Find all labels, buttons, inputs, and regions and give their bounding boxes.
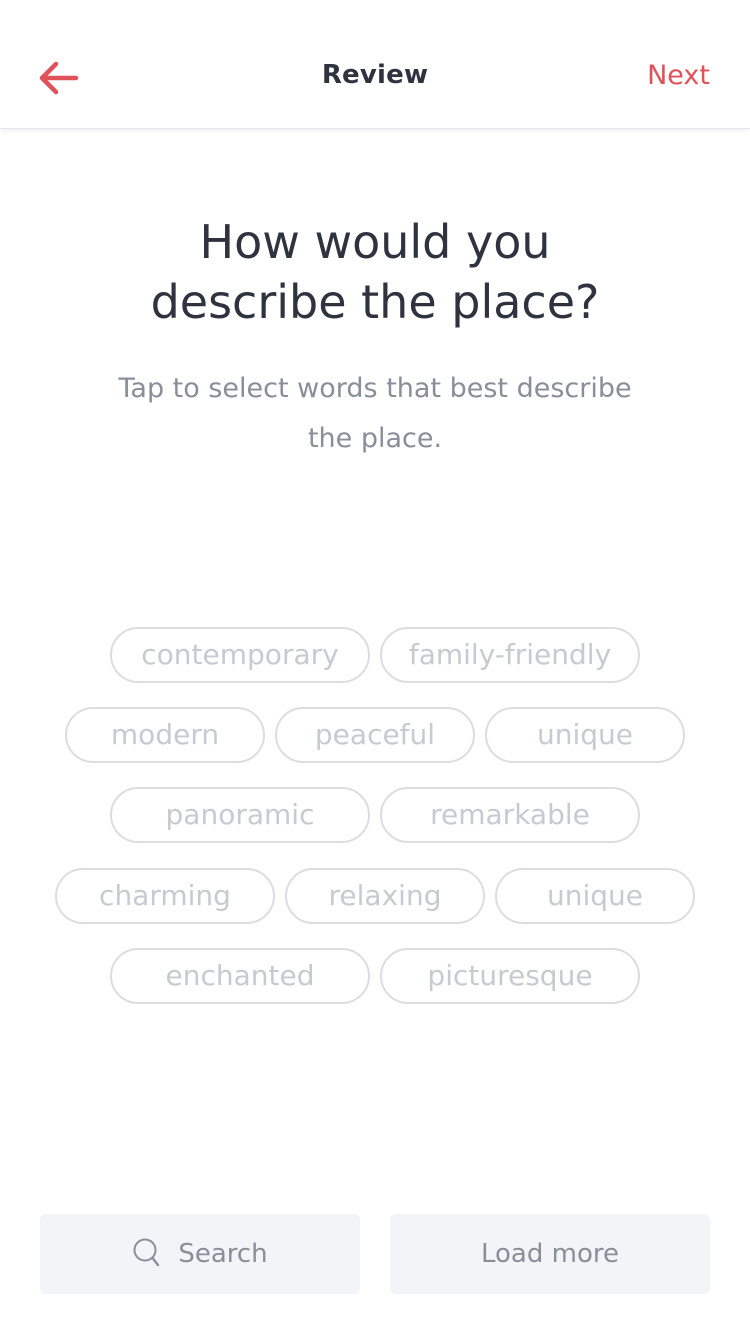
tag-chip[interactable]: family-friendly [380, 627, 640, 683]
search-icon [133, 1238, 160, 1266]
tag-chip[interactable]: peaceful [275, 707, 475, 763]
tag-chip[interactable]: remarkable [380, 787, 640, 843]
tag-chip[interactable]: modern [65, 707, 265, 763]
instruction-text: Tap to select words that best describe t… [118, 373, 632, 454]
tag-chip[interactable]: charming [55, 868, 275, 924]
tag-chip[interactable]: unique [485, 707, 685, 763]
tag-chip[interactable]: enchanted [110, 948, 370, 1004]
heading-line-2: describe the place? [150, 275, 600, 329]
page-title: Review [321, 60, 429, 90]
header-bar: Review Next [0, 0, 750, 129]
tag-chip[interactable]: relaxing [285, 868, 485, 924]
tag-chip[interactable]: unique [495, 868, 695, 924]
tag-chip[interactable]: picturesque [380, 948, 640, 1004]
search-label: Search [178, 1239, 268, 1269]
next-button[interactable]: Next [647, 60, 710, 91]
search-button[interactable]: Search [40, 1214, 360, 1294]
heading-line-1: How would you [199, 215, 551, 269]
load-more-button[interactable]: Load more [390, 1214, 710, 1294]
tag-chip[interactable]: contemporary [110, 627, 370, 683]
question-heading: How would you describe the place? [0, 212, 750, 332]
tag-chip[interactable]: panoramic [110, 787, 370, 843]
